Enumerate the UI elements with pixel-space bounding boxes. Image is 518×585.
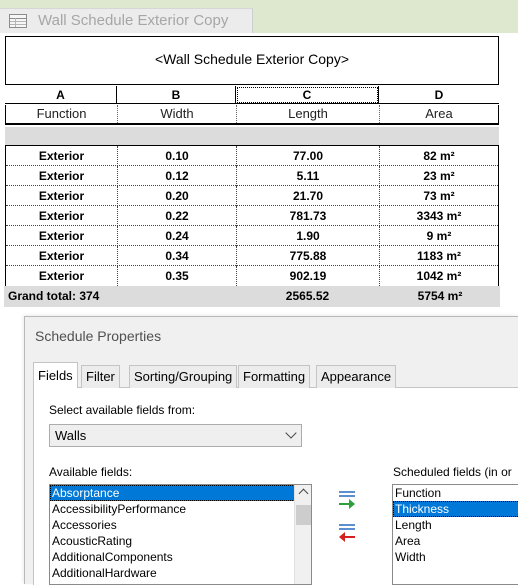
table-row[interactable]: Exterior 0.35 902.19 1042 m²	[6, 266, 498, 286]
schedule-title[interactable]: <Wall Schedule Exterior Copy>	[5, 36, 499, 85]
cell-area[interactable]: 1183 m²	[380, 246, 498, 266]
cell-length[interactable]: 5.11	[237, 166, 380, 186]
dialog-tab-bar: Fields Filter Sorting/Grouping Formattin…	[33, 362, 518, 389]
scheduled-field-item[interactable]: Thickness	[393, 501, 518, 517]
grand-total-length: 2565.52	[285, 289, 330, 303]
column-letter-row: A B C D	[5, 86, 499, 104]
select-fields-from-label: Select available fields from:	[49, 403, 196, 417]
cell-area[interactable]: 1042 m²	[380, 266, 498, 286]
available-field-item[interactable]: AcousticRating	[50, 533, 311, 549]
cell-area[interactable]: 9 m²	[380, 226, 498, 246]
cell-area[interactable]: 73 m²	[380, 186, 498, 206]
schedule-properties-dialog: Schedule Properties Fields Filter Sortin…	[24, 316, 518, 585]
cell-width[interactable]: 0.35	[118, 266, 237, 286]
cell-length[interactable]: 781.73	[237, 206, 380, 226]
available-fields-list[interactable]: Absorptance AccessibilityPerformance Acces…	[49, 484, 312, 585]
chevron-down-icon	[285, 427, 297, 439]
table-row[interactable]: Exterior 0.20 21.70 73 m²	[6, 186, 498, 206]
grand-total-label: Grand total: 374	[8, 289, 100, 303]
grand-total-area: 5754 m²	[417, 289, 463, 303]
scheduled-field-item[interactable]: Function	[393, 485, 518, 501]
table-row[interactable]: Exterior 0.24 1.90 9 m²	[6, 226, 498, 246]
available-fields-scrollbar[interactable]	[294, 485, 311, 584]
cell-width[interactable]: 0.10	[118, 146, 237, 166]
schedule-table-icon	[9, 14, 27, 28]
view-tab-strip: Wall Schedule Exterior Copy	[0, 0, 518, 33]
scheduled-fields-list[interactable]: Function Thickness Length Area Width	[392, 484, 518, 585]
available-field-item[interactable]: AccessibilityPerformance	[50, 501, 311, 517]
fields-tab-panel: Select available fields from: Walls Avai…	[33, 388, 518, 585]
cell-function[interactable]: Exterior	[6, 146, 118, 166]
table-row[interactable]: Exterior 0.10 77.00 82 m²	[6, 146, 498, 166]
tab-appearance[interactable]: Appearance	[316, 365, 397, 388]
header-length[interactable]: Length	[237, 105, 380, 123]
fields-source-value: Walls	[55, 428, 87, 443]
cell-length[interactable]: 21.70	[237, 186, 380, 206]
tab-fields[interactable]: Fields	[33, 362, 78, 389]
grand-total-row: Grand total: 374 2565.52 5754 m²	[4, 286, 500, 307]
cell-length[interactable]: 1.90	[237, 226, 380, 246]
schedule-body: Exterior 0.10 77.00 82 m² Exterior 0.12 5.11 23…	[5, 145, 499, 287]
fields-source-select[interactable]: Walls	[49, 424, 302, 447]
tab-filter[interactable]: Filter	[81, 365, 120, 388]
column-letter-c[interactable]: C	[236, 86, 379, 104]
scroll-thumb[interactable]	[296, 505, 311, 525]
cell-area[interactable]: 82 m²	[380, 146, 498, 166]
cell-width[interactable]: 0.22	[118, 206, 237, 226]
view-tab[interactable]: Wall Schedule Exterior Copy	[0, 8, 253, 33]
scheduled-fields-label: Scheduled fields (in or	[393, 465, 512, 479]
cell-length[interactable]: 775.88	[237, 246, 380, 266]
column-letter-b[interactable]: B	[117, 86, 236, 104]
tab-sorting-grouping[interactable]: Sorting/Grouping	[129, 365, 238, 388]
column-letter-a[interactable]: A	[5, 86, 117, 104]
dialog-title: Schedule Properties	[35, 328, 162, 344]
cell-width[interactable]: 0.20	[118, 186, 237, 206]
cell-function[interactable]: Exterior	[6, 226, 118, 246]
cell-function[interactable]: Exterior	[6, 266, 118, 286]
blank-row	[5, 127, 499, 145]
column-header-row: Function Width Length Area	[5, 105, 499, 125]
cell-function[interactable]: Exterior	[6, 246, 118, 266]
cell-function[interactable]: Exterior	[6, 166, 118, 186]
cell-length[interactable]: 77.00	[237, 146, 380, 166]
table-row[interactable]: Exterior 0.22 781.73 3343 m²	[6, 206, 498, 226]
available-field-item[interactable]: AdditionalComponents	[50, 549, 311, 565]
available-field-item[interactable]: Accessories	[50, 517, 311, 533]
scheduled-field-item[interactable]: Width	[393, 549, 518, 565]
add-field-arrow-icon[interactable]	[336, 488, 358, 510]
cell-area[interactable]: 3343 m²	[380, 206, 498, 226]
table-row[interactable]: Exterior 0.12 5.11 23 m²	[6, 166, 498, 186]
cell-length[interactable]: 902.19	[237, 266, 380, 286]
tab-formatting[interactable]: Formatting	[238, 365, 311, 388]
available-field-item[interactable]: AdditionalHardware	[50, 565, 311, 581]
scroll-up-icon[interactable]	[298, 488, 309, 499]
cell-width[interactable]: 0.12	[118, 166, 237, 186]
cell-width[interactable]: 0.24	[118, 226, 237, 246]
cell-function[interactable]: Exterior	[6, 206, 118, 226]
table-row[interactable]: Exterior 0.34 775.88 1183 m²	[6, 246, 498, 266]
header-area[interactable]: Area	[380, 105, 498, 123]
cell-width[interactable]: 0.34	[118, 246, 237, 266]
header-width[interactable]: Width	[118, 105, 237, 123]
cell-area[interactable]: 23 m²	[380, 166, 498, 186]
column-letter-d[interactable]: D	[379, 86, 499, 104]
scheduled-field-item[interactable]: Length	[393, 517, 518, 533]
available-fields-label: Available fields:	[49, 465, 133, 479]
scheduled-field-item[interactable]: Area	[393, 533, 518, 549]
header-function[interactable]: Function	[6, 105, 118, 123]
view-tab-title: Wall Schedule Exterior Copy	[38, 12, 229, 29]
remove-field-arrow-icon[interactable]	[336, 521, 358, 543]
cell-function[interactable]: Exterior	[6, 186, 118, 206]
available-field-item[interactable]: Absorptance	[50, 485, 311, 501]
